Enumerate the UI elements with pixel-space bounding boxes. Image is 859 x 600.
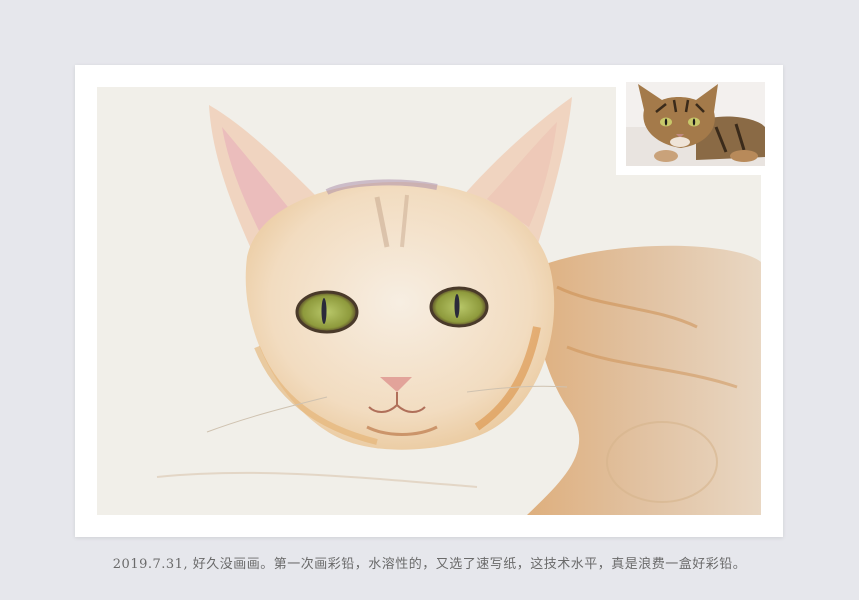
photo-frame: [75, 65, 783, 537]
reference-cat-photo: [616, 72, 774, 175]
caption-text: 2019.7.31, 好久没画画。第一次画彩铅，水溶性的，又选了速写纸，这技术水…: [112, 557, 747, 572]
